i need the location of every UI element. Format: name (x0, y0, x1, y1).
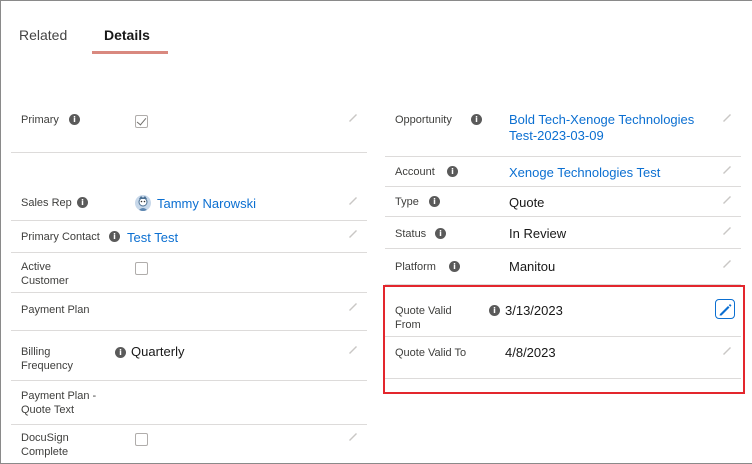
tab-related[interactable]: Related (19, 27, 67, 43)
active-customer-checkbox[interactable] (135, 262, 148, 275)
field-label: Type (395, 196, 419, 208)
info-icon[interactable]: i (429, 196, 440, 207)
status-value: In Review (509, 226, 567, 241)
field-label: Primary (21, 114, 59, 126)
field-label: Payment Plan (21, 304, 90, 316)
field-payment-plan: Payment Plan (11, 293, 367, 331)
info-icon[interactable]: i (115, 347, 126, 358)
check-icon (136, 115, 147, 126)
pencil-icon[interactable] (721, 163, 733, 175)
field-opportunity: Opportunity i Bold Tech-Xenoge Technolog… (385, 101, 741, 157)
field-sales-rep: Sales Rep i Tammy Narowski (11, 189, 367, 221)
info-icon[interactable]: i (449, 261, 460, 272)
field-payment-plan-quote-text: Payment Plan - Quote Text (11, 381, 367, 425)
pencil-icon[interactable] (721, 111, 733, 123)
field-primary-contact: Primary Contact i Test Test (11, 221, 367, 253)
pencil-icon[interactable] (347, 430, 359, 442)
pencil-icon[interactable] (347, 111, 359, 123)
primary-checkbox[interactable] (135, 115, 148, 128)
field-active-customer: Active Customer (11, 253, 367, 293)
pencil-icon[interactable] (347, 300, 359, 312)
opportunity-link-line2[interactable]: Test-2023-03-09 (509, 128, 604, 144)
field-label: Platform (395, 261, 436, 273)
active-tab-indicator (92, 51, 168, 54)
primary-contact-link[interactable]: Test Test (127, 230, 178, 246)
info-icon[interactable]: i (447, 166, 458, 177)
field-account: Account i Xenoge Technologies Test (385, 157, 741, 187)
field-label: DocuSign (21, 432, 69, 444)
platform-value: Manitou (509, 259, 556, 274)
field-label: Primary Contact (21, 231, 100, 243)
record-details-panel: Related Details Primary i Sales Rep i Ta… (0, 0, 752, 464)
pencil-icon[interactable] (347, 227, 359, 239)
field-primary: Primary i (11, 101, 367, 153)
account-link[interactable]: Xenoge Technologies Test (509, 165, 660, 181)
field-label: Account (395, 166, 435, 178)
field-platform: Platform i Manitou (385, 249, 741, 285)
field-label: Status (395, 228, 427, 240)
field-label: Sales Rep (21, 197, 72, 209)
info-icon[interactable]: i (77, 197, 88, 208)
field-docusign-complete: DocuSign Complete (11, 425, 367, 464)
field-label: Quote Text (21, 404, 74, 416)
field-label: Opportunity (395, 114, 452, 126)
field-label: Billing (21, 346, 51, 358)
billing-frequency-value: Quarterly (131, 344, 185, 359)
tab-details[interactable]: Details (104, 27, 150, 43)
field-label: Active (21, 261, 51, 273)
field-label: Frequency (21, 360, 73, 372)
pencil-icon[interactable] (721, 257, 733, 269)
pencil-icon[interactable] (347, 194, 359, 206)
sales-rep-link[interactable]: Tammy Narowski (157, 196, 256, 212)
opportunity-link[interactable]: Bold Tech-Xenoge Technologies (509, 112, 694, 128)
info-icon[interactable]: i (471, 114, 482, 125)
highlight-box (383, 285, 745, 394)
pencil-icon[interactable] (721, 193, 733, 205)
pencil-icon[interactable] (721, 224, 733, 236)
field-billing-frequency: Billing Frequency i Quarterly (11, 331, 367, 381)
info-icon[interactable]: i (69, 114, 80, 125)
field-label: Customer (21, 275, 69, 287)
docusign-complete-checkbox[interactable] (135, 433, 148, 446)
field-label: Complete (21, 446, 69, 458)
field-label: Payment Plan - (21, 390, 97, 402)
field-type: Type i Quote (385, 187, 741, 217)
user-avatar (135, 195, 151, 211)
tab-bar: Related Details (1, 1, 752, 54)
type-value: Quote (509, 195, 545, 210)
info-icon[interactable]: i (109, 231, 120, 242)
field-status: Status i In Review (385, 217, 741, 249)
info-icon[interactable]: i (435, 228, 446, 239)
pencil-icon[interactable] (347, 343, 359, 355)
